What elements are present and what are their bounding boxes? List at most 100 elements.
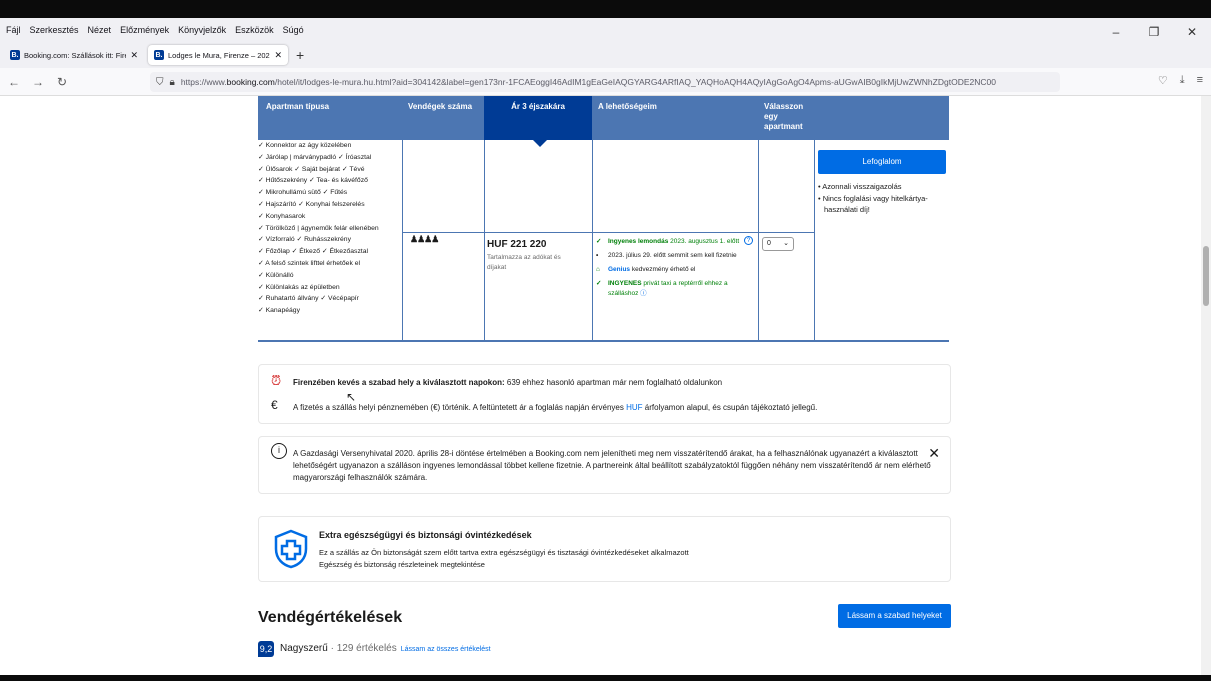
new-tab-icon[interactable]: + [296, 47, 304, 63]
address-bar[interactable]: ⛉ 🔒︎ https://www. booking.com/hotel/it/lo… [150, 72, 1060, 92]
see-availability-button[interactable]: Lássam a szabad helyeket [838, 604, 951, 628]
genius-text: kedvezmény érhető el [630, 266, 696, 273]
option-taxi: ✓ INGYENES privát taxi a reptérről ehhez … [596, 279, 758, 299]
bullet-icon: • [596, 252, 599, 259]
title-bar [0, 0, 1211, 18]
divider [402, 232, 814, 233]
info-icon: i [271, 443, 287, 459]
review-score-badge: 9,2 [258, 641, 274, 657]
free-cancel-label: Ingyenes lemondás [608, 238, 669, 245]
availability-notice: ⏰︎ Firenzében kevés a szabad hely a kivá… [258, 364, 951, 424]
genius-label: Genius [608, 266, 631, 273]
page-scrollbar[interactable] [1201, 96, 1211, 681]
tab-lodges-le-mura[interactable]: B. Lodges le Mura, Firenze – 2023 ✕ [148, 45, 288, 65]
divider [814, 140, 815, 342]
back-icon[interactable]: ← [4, 75, 24, 89]
amenity-item: ✓ Hűtőszekrény ✓ Tea- és kávéfőző [258, 177, 368, 185]
scarcity-text: Firenzében kevés a szabad hely a kiválas… [293, 377, 722, 389]
reviews-heading: Vendégértékelések [258, 609, 403, 626]
tab-title: Lodges le Mura, Firenze – 2023 [168, 50, 271, 60]
tag-icon: ⌂ [596, 266, 600, 273]
menu-edit[interactable]: Szerkesztés [30, 25, 79, 35]
lock-icon[interactable]: 🔒︎ [170, 77, 175, 88]
forward-icon[interactable]: → [28, 75, 48, 89]
amenity-item: ✓ Konyhasarok [258, 212, 306, 220]
tab-booking-search[interactable]: B. Booking.com: Szállások itt: Fire ✕ [4, 45, 144, 65]
select-value: 0 [767, 240, 771, 247]
close-icon[interactable]: ✕ [928, 445, 940, 462]
divider [592, 140, 593, 342]
amenity-item: ✓ Különlakás az épületben [258, 283, 340, 291]
booking-info-text: Nincs foglalási vagy hitelkártya-használ… [822, 193, 928, 215]
header-apartment-type: Apartman típusa [266, 102, 330, 111]
review-label: Nagyszerű [280, 643, 328, 654]
amenity-item: ✓ Ruhatartó állvány ✓ Vécépapír [258, 295, 359, 303]
menu-tools[interactable]: Eszközök [235, 25, 274, 35]
currency-exchange-icon: € [271, 398, 278, 412]
option-free-cancel: ✓ Ingyenes lemondás 2023. augusztus 1. el… [596, 237, 758, 247]
apartment-count-select[interactable]: 0 ⌄ [762, 237, 794, 251]
header-price[interactable]: Ár 3 éjszakára [484, 96, 592, 140]
prepay-text: 2023. július 29. előtt semmit sem kell f… [608, 252, 737, 259]
help-icon[interactable]: ⓘ [640, 290, 647, 297]
book-button[interactable]: Lefoglalom [818, 150, 946, 174]
currency-link[interactable]: HUF [626, 403, 642, 412]
menu-bookmarks[interactable]: Könyvjelzők [178, 25, 226, 35]
url-prefix: https://www. [180, 77, 227, 87]
toolbar-right: ♡ ⤓ ≡ [1146, 74, 1203, 87]
amenity-item: ✓ Konnektor az ágy közelében [258, 142, 352, 149]
divider [484, 140, 485, 342]
option-genius: ⌂ Genius kedvezmény érhető el [596, 265, 758, 275]
review-summary: Nagyszerű · 129 értékelés Lássam az össze… [280, 643, 491, 654]
free-cancel-date: 2023. augusztus 1. előtt [668, 238, 740, 245]
health-text: Ez a szállás az Ön biztonságát szem előt… [319, 548, 689, 557]
amenity-item: ✓ Hajszárító ✓ Konyhai felszerelés [258, 200, 365, 208]
review-count: · 129 értékelés [327, 643, 397, 654]
downloads-icon[interactable]: ⤓ [1180, 74, 1185, 87]
guests-icon: ♟♟♟♟ [410, 234, 439, 244]
scarcity-rest: 639 ehhez hasonló apartman már nem fogla… [504, 378, 723, 387]
menu-view[interactable]: Nézet [88, 25, 112, 35]
amenity-item: ✓ Mikrohullámú sütő ✓ Fűtés [258, 189, 348, 197]
currency-text: A fizetés a szállás helyi pénznemében (€… [293, 402, 817, 414]
bottom-bar [0, 675, 1211, 681]
check-icon: ✓ [596, 238, 602, 245]
url-path: /hotel/it/lodges-le-mura.hu.html?aid=304… [274, 77, 996, 87]
menu-file[interactable]: Fájl [6, 25, 21, 35]
header-options: A lehetőségeim [598, 102, 657, 111]
reload-icon[interactable]: ↻ [52, 75, 72, 89]
help-icon[interactable]: ? [744, 236, 753, 245]
booking-info-item: • Nincs foglalási vagy hitelkártya-haszn… [818, 193, 928, 215]
amenity-item: ✓ A felső szintek lifttel érhetőek el [258, 259, 361, 267]
currency-text-a: A fizetés a szállás helyi pénznemében (€… [293, 403, 627, 412]
menu-history[interactable]: Előzmények [120, 25, 169, 35]
tab-title: Booking.com: Szállások itt: Fire [24, 50, 127, 60]
scrollbar-thumb[interactable] [1203, 246, 1209, 306]
menu-help[interactable]: Súgó [283, 25, 304, 35]
navigation-bar: ← → ↻ ⛉ 🔒︎ https://www. booking.com/hotel… [0, 68, 1211, 96]
gvh-text: A Gazdasági Versenyhivatal 2020. április… [293, 449, 931, 482]
booking-info: • Azonnali visszaigazolás • Nincs foglal… [818, 181, 948, 216]
chevron-down-icon: ⌄ [783, 240, 789, 247]
url-domain: booking.com [226, 77, 275, 87]
amenities-list: ✓ Konnektor az ágy közelében ✓ Járólap |… [258, 140, 402, 317]
booking-favicon-icon: B. [154, 50, 164, 60]
amenity-item: ✓ Törölköző | ágyneműk felár ellenében [258, 224, 379, 232]
booking-info-item: • Azonnali visszaigazolás [818, 182, 902, 191]
tab-close-icon[interactable]: ✕ [274, 50, 282, 61]
health-details-link[interactable]: Egészség és biztonság részleteinek megte… [319, 559, 485, 571]
option-prepay: • 2023. július 29. előtt semmit sem kell … [596, 251, 758, 261]
tab-close-icon[interactable]: ✕ [130, 50, 138, 61]
tab-bar: B. Booking.com: Szállások itt: Fire ✕ B.… [0, 42, 1211, 68]
header-select: Válasszon egy apartmant [764, 102, 804, 131]
booking-favicon-icon: B. [10, 50, 20, 60]
scarcity-bold: Firenzében kevés a szabad hely a kiválas… [293, 378, 505, 387]
amenity-item: ✓ Főzőlap ✓ Étkező ✓ Étkezőasztal [258, 248, 369, 256]
shield-icon[interactable]: ⛉ [156, 77, 164, 88]
options-list: ✓ Ingyenes lemondás 2023. augusztus 1. el… [596, 237, 758, 303]
pocket-icon[interactable]: ♡ [1158, 74, 1168, 87]
all-reviews-link[interactable]: Lássam az összes értékelést [401, 646, 491, 653]
amenity-item: ✓ Vízforraló ✓ Ruhásszekrény [258, 236, 351, 244]
menu-icon[interactable]: ≡ [1197, 74, 1203, 87]
room-table-header: Apartman típusa Vendégek száma Ár 3 éjsz… [258, 96, 949, 140]
